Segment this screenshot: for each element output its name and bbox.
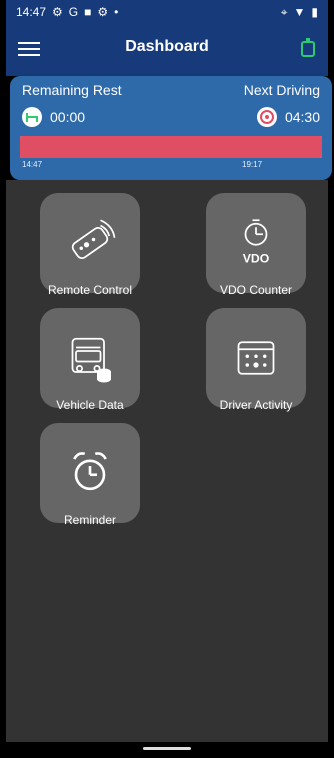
vehicle-status-icon[interactable] [300,36,316,58]
driver-activity-tile[interactable] [206,308,306,408]
remaining-rest-label: Remaining Rest [22,82,122,98]
next-driving-timer: 04:30 [256,107,320,127]
status-right: ⌖ ▼ ▮ [281,5,318,20]
timeline-bar [20,136,322,158]
next-driving-label: Next Driving [243,82,320,98]
app-bar: Dashboard [6,24,328,76]
reminder-tile[interactable] [40,423,140,523]
remaining-rest-timer: 00:00 [22,107,85,127]
status-time: 14:47 [16,5,47,19]
bed-icon [22,107,42,127]
page-title: Dashboard [125,38,209,55]
status-left: 14:47 ⚙ G ■ ⚙ • [16,5,118,19]
timeline-end-label: 19:17 [242,160,263,169]
remote-control-icon [71,219,116,260]
dashboard-grid: Remote Control VDO VDO Counter Vehicle D… [6,180,328,742]
reminder-label: Reminder [63,513,117,527]
vehicle-data-label: Vehicle Data [56,398,124,412]
location-icon: ⌖ [280,4,288,19]
driver-activity-label: Driver Activity [219,398,293,412]
vdo-counter-tile[interactable]: VDO [206,193,306,293]
vdo-counter-label: VDO Counter [219,283,293,297]
vehicle-data-tile[interactable] [40,308,140,408]
summary-card: Remaining Rest Next Driving 00:00 04:30 … [10,76,332,180]
calendar-icon [237,341,275,375]
steering-wheel-icon [256,107,277,127]
svg-text:VDO: VDO [243,251,270,265]
dot-icon: • [114,5,119,19]
timeline-start-label: 14:47 [22,160,43,169]
vdo-stopwatch-icon: VDO [243,219,270,265]
alarm-clock-icon [73,452,107,491]
remote-control-label: Remote Control [47,283,133,297]
remaining-rest-time: 00:00 [50,109,86,125]
system-navigation-bar [0,742,334,758]
remote-control-tile[interactable] [40,193,140,293]
gear-icon: ⚙ [52,5,63,19]
settings-icon: ⚙ [97,5,109,19]
home-gesture-handle[interactable] [143,747,191,750]
truck-database-icon [71,337,111,383]
status-bar: 14:47 ⚙ G ■ ⚙ • ⌖ ▼ ▮ [6,0,328,24]
timeline-bar-fill [20,136,322,158]
battery-icon: ▮ [311,5,318,19]
next-driving-time: 04:30 [284,109,320,125]
google-icon: G [68,5,79,19]
wifi-icon: ▼ [293,5,306,19]
square-icon: ■ [84,5,92,19]
